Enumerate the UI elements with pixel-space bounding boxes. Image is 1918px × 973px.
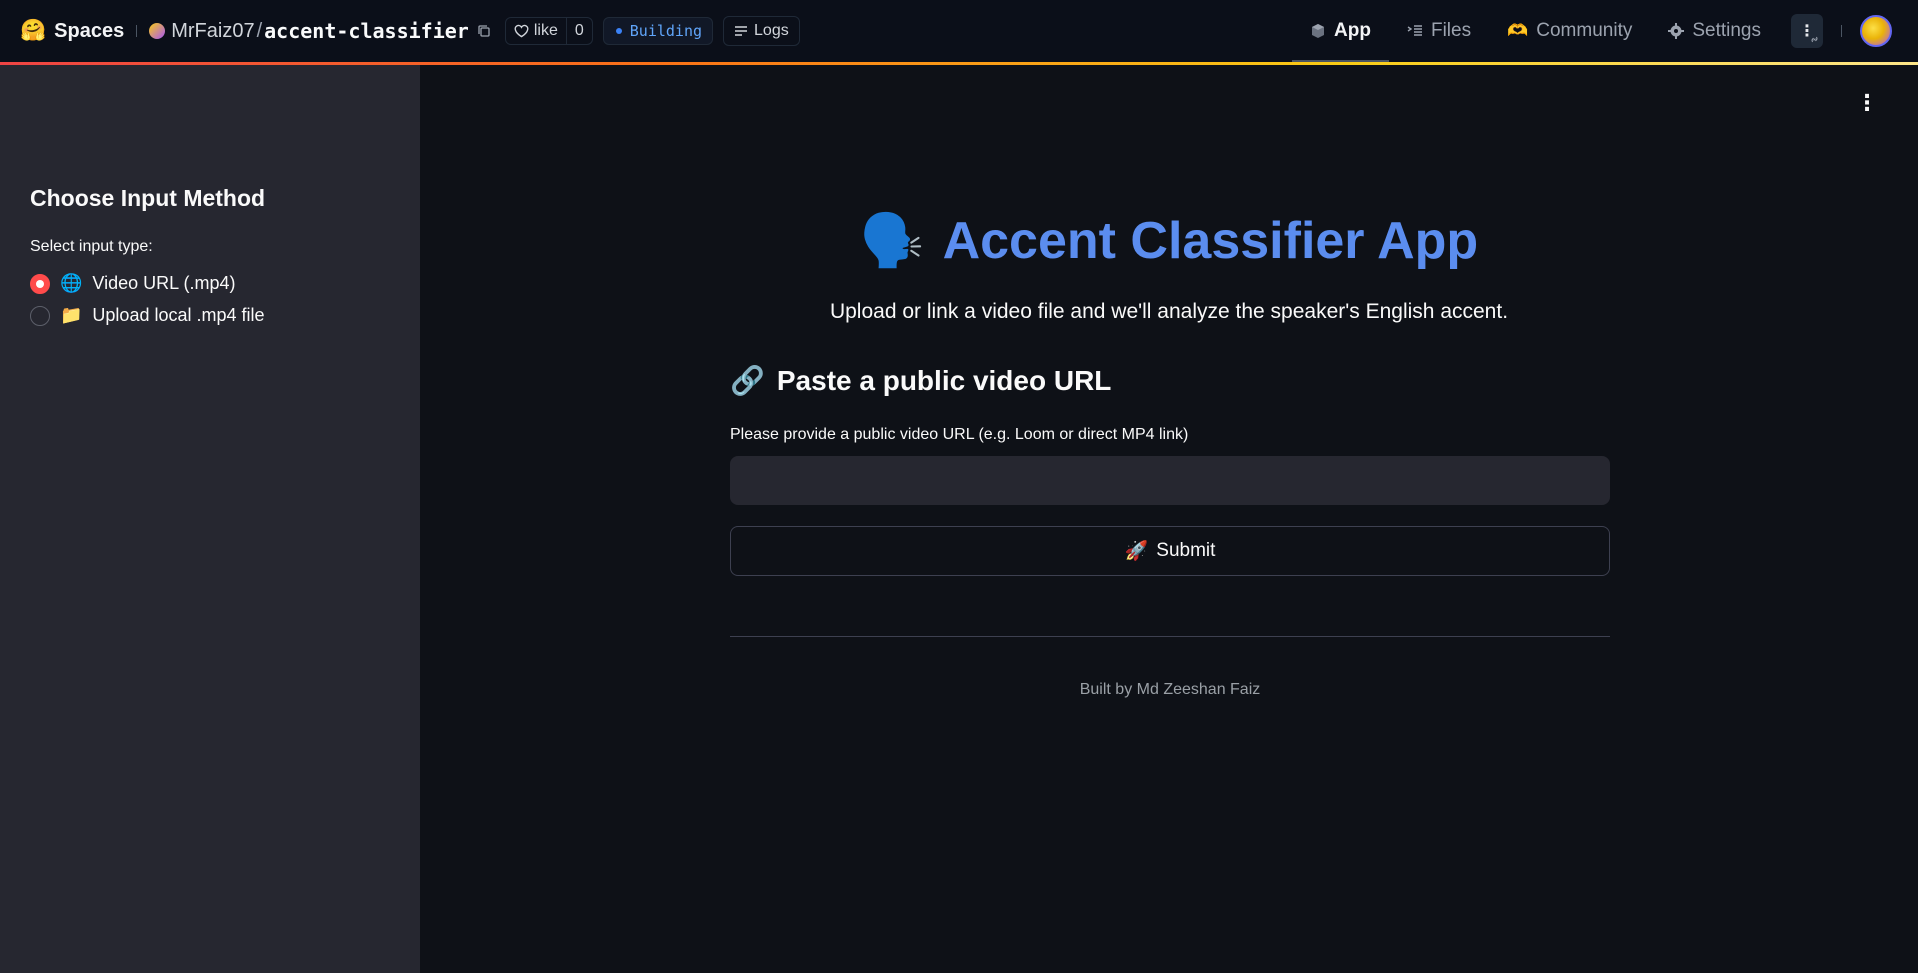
folder-icon: 📁 (60, 305, 83, 325)
main-menu-icon[interactable]: ⋮ (1856, 92, 1878, 114)
radio-button[interactable] (30, 305, 50, 326)
status-badge[interactable]: Building (602, 17, 714, 45)
owner-avatar (149, 23, 166, 39)
more-options-button[interactable]: ⋮ (1791, 14, 1823, 48)
rocket-icon: 🚀 (1124, 541, 1149, 562)
files-icon (1407, 25, 1422, 36)
cube-icon (1312, 24, 1325, 38)
divider (1841, 25, 1842, 37)
tab-app[interactable]: App (1292, 0, 1389, 62)
url-field-label: Please provide a public video URL (e.g. … (730, 426, 1189, 443)
owner-link[interactable]: MrFaiz07 (171, 20, 254, 43)
tab-community[interactable]: 🫶 Community (1489, 0, 1650, 62)
link-icon (1811, 36, 1818, 43)
logs-icon (735, 26, 748, 36)
globe-icon: 🌐 (60, 273, 83, 293)
breadcrumb: 🤗 Spaces MrFaiz07 / accent-classifier li… (0, 0, 800, 62)
radio-option-upload[interactable]: 📁 Upload local .mp4 file (30, 305, 265, 326)
footer-credit: Built by Md Zeeshan Faiz (1079, 681, 1261, 698)
gear-icon (1668, 23, 1685, 39)
copy-icon[interactable] (477, 24, 491, 38)
page-subtitle: Upload or link a video file and we'll an… (829, 300, 1509, 323)
submit-button[interactable]: 🚀 Submit (730, 526, 1610, 576)
sidebar: Choose Input Method Select input type: 🌐… (0, 65, 420, 973)
like-count[interactable]: 0 (565, 18, 592, 44)
submit-label: Submit (1156, 540, 1216, 561)
status-text: Building (629, 22, 703, 40)
divider (730, 636, 1610, 637)
sidebar-title: Choose Input Method (30, 185, 266, 211)
heart-icon (514, 24, 529, 38)
divider (136, 25, 138, 37)
tab-settings[interactable]: Settings (1650, 0, 1779, 62)
spaces-link[interactable]: Spaces (54, 20, 124, 43)
page-title-text: Accent Classifier App (942, 211, 1479, 270)
like-button[interactable]: like (506, 18, 566, 44)
like-label: like (533, 22, 558, 39)
radio-label: Video URL (.mp4) (92, 273, 236, 293)
section-heading: 🔗 Paste a public video URL (730, 364, 1111, 397)
link-icon: 🔗 (730, 365, 765, 396)
section-heading-text: Paste a public video URL (776, 364, 1112, 396)
input-type-label: Select input type: (30, 238, 153, 255)
video-url-input[interactable] (730, 456, 1610, 505)
radio-option-video-url[interactable]: 🌐 Video URL (.mp4) (30, 273, 235, 294)
logs-button[interactable]: Logs (723, 16, 800, 46)
like-group: like 0 (504, 17, 593, 45)
tab-community-label: Community (1536, 20, 1633, 41)
user-avatar[interactable] (1860, 15, 1892, 47)
status-dot-icon (615, 28, 622, 34)
tab-files-label: Files (1430, 20, 1472, 41)
repo-link[interactable]: accent-classifier (264, 19, 469, 43)
community-icon: 🫶 (1507, 21, 1529, 40)
speaking-head-icon: 🗣️ (859, 212, 925, 270)
top-bar: 🤗 Spaces MrFaiz07 / accent-classifier li… (0, 0, 1918, 62)
logs-label: Logs (754, 22, 789, 39)
radio-button[interactable] (30, 273, 50, 294)
huggingface-logo-icon[interactable]: 🤗 (20, 19, 46, 43)
space-nav: App Files 🫶 Community Settings ⋮ (1292, 0, 1918, 62)
tab-app-label: App (1334, 20, 1371, 41)
tab-files[interactable]: Files (1389, 0, 1489, 62)
tab-settings-label: Settings (1692, 20, 1761, 41)
breadcrumb-separator: / (256, 19, 263, 42)
radio-label: Upload local .mp4 file (92, 305, 265, 325)
page-title: 🗣️ Accent Classifier App (420, 210, 1918, 271)
